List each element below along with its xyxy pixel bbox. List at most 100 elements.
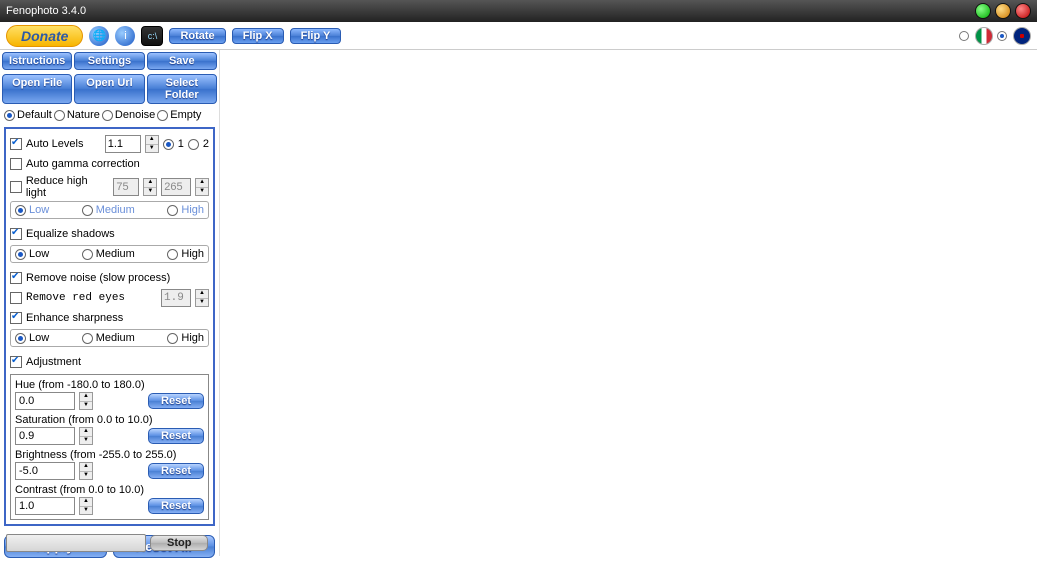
noise-check[interactable]	[10, 272, 22, 284]
hl-high-label: High	[181, 204, 204, 216]
console-icon[interactable]: c:\	[141, 26, 163, 46]
sh-low-label: Low	[29, 332, 49, 344]
redeyes-check[interactable]	[10, 292, 22, 304]
adjustment-panel: Hue (from -180.0 to 180.0) ▲▼ Reset Satu…	[10, 374, 209, 520]
title-bar: Fenophoto 3.4.0	[0, 0, 1037, 22]
reduce-highlight-spin2[interactable]: ▲▼	[195, 178, 209, 196]
hue-reset-button[interactable]: Reset	[148, 393, 204, 409]
con-reset-button[interactable]: Reset	[148, 498, 204, 514]
hue-input[interactable]	[15, 392, 75, 410]
preset-nature-label: Nature	[67, 109, 100, 121]
eq-med-label: Medium	[96, 248, 135, 260]
preset-denoise-radio[interactable]	[102, 110, 113, 121]
preset-empty-label: Empty	[170, 109, 201, 121]
auto-levels-radio-1[interactable]	[163, 139, 174, 150]
lang-radio-2[interactable]	[997, 31, 1007, 41]
bri-spinner[interactable]: ▲▼	[79, 462, 93, 480]
sharp-check[interactable]	[10, 312, 22, 324]
tab-open-file[interactable]: Open File	[2, 74, 72, 104]
web-icon[interactable]: 🌐	[89, 26, 109, 46]
auto-levels-check[interactable]	[10, 138, 22, 150]
window-title: Fenophoto 3.4.0	[6, 5, 86, 17]
preset-default-label: Default	[17, 109, 52, 121]
preset-row: Default Nature Denoise Empty	[0, 106, 219, 124]
reduce-highlight-v1[interactable]	[113, 178, 139, 196]
equalize-check[interactable]	[10, 228, 22, 240]
maximize-icon[interactable]	[995, 3, 1011, 19]
sat-input[interactable]	[15, 427, 75, 445]
flipx-button[interactable]: Flip X	[232, 28, 284, 44]
hl-low-radio[interactable]	[15, 205, 26, 216]
sh-med-label: Medium	[96, 332, 135, 344]
eq-low-radio[interactable]	[15, 249, 26, 260]
auto-gamma-label: Auto gamma correction	[26, 158, 140, 170]
sh-high-radio[interactable]	[167, 333, 178, 344]
rotate-button[interactable]: Rotate	[169, 28, 225, 44]
hl-high-radio[interactable]	[167, 205, 178, 216]
sharp-label: Enhance sharpness	[26, 312, 123, 324]
tab-select-folder[interactable]: Select Folder	[147, 74, 217, 104]
tab-save[interactable]: Save	[147, 52, 217, 70]
auto-gamma-check[interactable]	[10, 158, 22, 170]
eq-high-radio[interactable]	[167, 249, 178, 260]
hue-spinner[interactable]: ▲▼	[79, 392, 93, 410]
hl-med-radio[interactable]	[82, 205, 93, 216]
preset-empty-radio[interactable]	[157, 110, 168, 121]
adjustment-check[interactable]	[10, 356, 22, 368]
adjustment-label: Adjustment	[26, 356, 81, 368]
flag-italy-icon[interactable]	[975, 27, 993, 45]
close-icon[interactable]	[1015, 3, 1031, 19]
lang-radio-1[interactable]	[959, 31, 969, 41]
redeyes-spinner[interactable]: ▲▼	[195, 289, 209, 307]
footer-bar: Stop	[6, 534, 208, 552]
auto-levels-label: Auto Levels	[26, 138, 83, 150]
hl-low-label: Low	[29, 204, 49, 216]
redeyes-label: Remove red eyes	[26, 292, 125, 304]
noise-label: Remove noise (slow process)	[26, 272, 170, 284]
sh-med-radio[interactable]	[82, 333, 93, 344]
eq-low-label: Low	[29, 248, 49, 260]
reduce-highlight-check[interactable]	[10, 181, 22, 193]
flipy-button[interactable]: Flip Y	[290, 28, 342, 44]
hue-label: Hue (from -180.0 to 180.0)	[15, 379, 204, 391]
equalize-lmh: Low Medium High	[10, 245, 209, 263]
reduce-highlight-v2[interactable]	[161, 178, 191, 196]
flag-uk-icon[interactable]	[1013, 27, 1031, 45]
bri-reset-button[interactable]: Reset	[148, 463, 204, 479]
auto-levels-value[interactable]	[105, 135, 141, 153]
redeyes-value[interactable]	[161, 289, 191, 307]
bri-input[interactable]	[15, 462, 75, 480]
con-input[interactable]	[15, 497, 75, 515]
con-spinner[interactable]: ▲▼	[79, 497, 93, 515]
eq-high-label: High	[181, 248, 204, 260]
preset-nature-radio[interactable]	[54, 110, 65, 121]
sat-spinner[interactable]: ▲▼	[79, 427, 93, 445]
info-icon[interactable]: i	[115, 26, 135, 46]
preset-default-radio[interactable]	[4, 110, 15, 121]
auto-levels-spinner[interactable]: ▲▼	[145, 135, 159, 153]
sharp-lmh: Low Medium High	[10, 329, 209, 347]
sh-high-label: High	[181, 332, 204, 344]
sat-reset-button[interactable]: Reset	[148, 428, 204, 444]
stop-button[interactable]: Stop	[150, 535, 208, 551]
preset-denoise-label: Denoise	[115, 109, 155, 121]
hl-med-label: Medium	[96, 204, 135, 216]
auto-levels-radio-2[interactable]	[188, 139, 199, 150]
tab-instructions[interactable]: Istructions	[2, 52, 72, 70]
auto-levels-opt1: 1	[178, 138, 184, 150]
equalize-label: Equalize shadows	[26, 228, 115, 240]
tab-settings[interactable]: Settings	[74, 52, 144, 70]
auto-levels-opt2: 2	[203, 138, 209, 150]
tab-open-url[interactable]: Open Url	[74, 74, 144, 104]
reduce-highlight-spin1[interactable]: ▲▼	[143, 178, 157, 196]
minimize-icon[interactable]	[975, 3, 991, 19]
donate-button[interactable]: Donate	[6, 25, 83, 47]
main-toolbar: Donate 🌐 i c:\ Rotate Flip X Flip Y	[0, 22, 1037, 50]
highlight-lmh: Low Medium High	[10, 201, 209, 219]
bri-label: Brightness (from -255.0 to 255.0)	[15, 449, 204, 461]
eq-med-radio[interactable]	[82, 249, 93, 260]
sh-low-radio[interactable]	[15, 333, 26, 344]
sat-label: Saturation (from 0.0 to 10.0)	[15, 414, 204, 426]
control-panel: Istructions Settings Save Open File Open…	[0, 50, 220, 556]
options-panel: Auto Levels ▲▼ 1 2 Auto gamma correction…	[4, 127, 215, 526]
